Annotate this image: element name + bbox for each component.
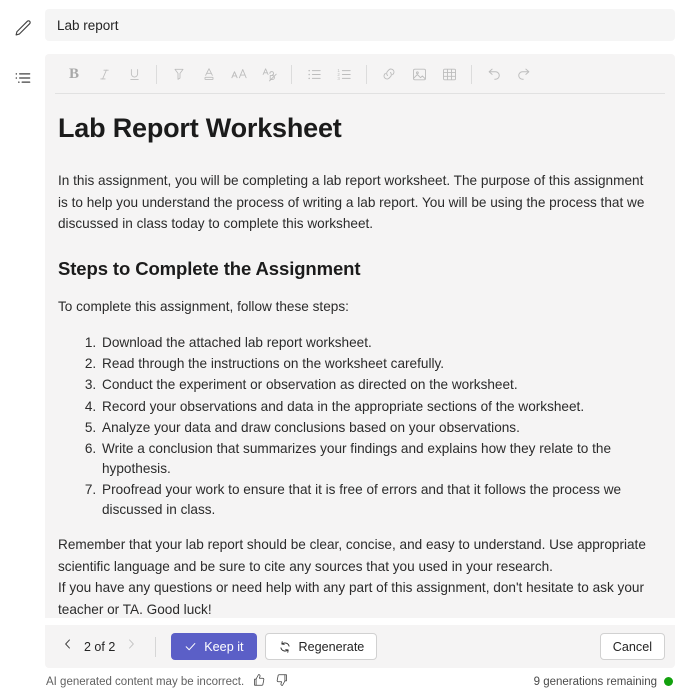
underline-icon — [127, 67, 142, 82]
checkmark-icon — [184, 640, 197, 653]
toolbar-divider — [366, 64, 367, 84]
insert-image-button[interactable] — [404, 60, 434, 88]
undo-icon — [485, 65, 503, 83]
link-icon — [380, 65, 398, 83]
pager-label: 2 of 2 — [84, 639, 116, 654]
action-bar: 2 of 2 Keep it Regenerate Cancel — [45, 625, 675, 668]
bold-icon: B — [68, 65, 79, 82]
bold-button[interactable]: B — [59, 60, 89, 88]
list-item: Write a conclusion that summarizes your … — [100, 439, 655, 479]
highlight-button[interactable] — [164, 60, 194, 88]
closing-paragraph-2: If you have any questions or need help w… — [58, 580, 644, 617]
next-generation-button[interactable] — [120, 636, 142, 658]
rail-item-edit[interactable] — [9, 14, 37, 42]
bulleted-list-icon — [306, 66, 323, 83]
font-color-button[interactable] — [194, 60, 224, 88]
status-indicator-dot — [664, 677, 673, 686]
rail-item-outline[interactable] — [9, 64, 37, 92]
thumbs-down-button[interactable] — [273, 673, 290, 690]
numbered-list-button[interactable]: 1 2 3 — [329, 60, 359, 88]
italic-button[interactable] — [89, 60, 119, 88]
clear-formatting-button[interactable] — [254, 60, 284, 88]
list-item: Read through the instructions on the wor… — [100, 354, 655, 374]
redo-button[interactable] — [509, 60, 539, 88]
numbered-list-icon: 1 2 3 — [336, 66, 353, 83]
list-item: Conduct the experiment or observation as… — [100, 375, 655, 395]
svg-text:3: 3 — [337, 76, 340, 81]
generation-pager: 2 of 2 — [57, 636, 142, 658]
ai-compose-panel: B — [0, 0, 687, 695]
toolbar-divider — [156, 64, 157, 84]
list-item: Download the attached lab report workshe… — [100, 333, 655, 353]
list-item: Proofread your work to ensure that it is… — [100, 480, 655, 520]
regenerate-label: Regenerate — [298, 639, 365, 654]
left-rail — [0, 0, 45, 695]
list-outline-icon — [13, 68, 33, 88]
table-icon — [441, 66, 458, 83]
generations-remaining-text: 9 generations remaining — [533, 675, 657, 688]
toolbar-divider — [291, 64, 292, 84]
refresh-icon — [278, 640, 292, 654]
underline-button[interactable] — [119, 60, 149, 88]
footer-disclaimer-group: AI generated content may be incorrect. — [46, 673, 290, 690]
highlight-icon — [171, 66, 187, 82]
thumbs-up-button[interactable] — [250, 673, 267, 690]
keep-it-button[interactable]: Keep it — [171, 633, 257, 660]
clear-formatting-icon — [261, 66, 278, 83]
pencil-icon — [12, 18, 33, 39]
italic-icon — [97, 67, 112, 82]
chevron-right-icon — [124, 637, 138, 656]
steps-list: Download the attached lab report workshe… — [58, 333, 655, 520]
undo-button[interactable] — [479, 60, 509, 88]
keep-it-label: Keep it — [204, 639, 244, 654]
section-heading: Steps to Complete the Assignment — [58, 257, 361, 279]
insert-link-button[interactable] — [374, 60, 404, 88]
footer-bar: AI generated content may be incorrect. 9… — [45, 668, 675, 695]
cancel-button[interactable]: Cancel — [599, 633, 665, 660]
font-size-button[interactable] — [224, 60, 254, 88]
chevron-left-icon — [61, 637, 75, 656]
previous-generation-button[interactable] — [57, 636, 79, 658]
cancel-label: Cancel — [612, 639, 652, 654]
redo-icon — [515, 65, 533, 83]
generations-remaining-group: 9 generations remaining — [534, 676, 673, 688]
image-icon — [411, 66, 428, 83]
editor-card: B 1 2 3 Lab Report Worksheet In this ass… — [45, 54, 675, 618]
regenerate-button[interactable]: Regenerate — [264, 633, 378, 660]
list-item: Analyze your data and draw conclusions b… — [100, 418, 655, 438]
font-size-icon — [230, 65, 248, 83]
steps-lead: To complete this assignment, follow thes… — [58, 298, 349, 314]
action-bar-divider — [155, 636, 157, 657]
title-input[interactable] — [45, 9, 675, 42]
intro-paragraph: In this assignment, you will be completi… — [58, 173, 645, 232]
thumbs-up-icon — [252, 673, 266, 690]
bulleted-list-button[interactable] — [299, 60, 329, 88]
document-content[interactable]: Lab Report Worksheet In this assignment,… — [45, 94, 675, 618]
main-column: B — [45, 0, 687, 695]
list-item: Record your observations and data in the… — [100, 397, 655, 417]
disclaimer-text: AI generated content may be incorrect. — [46, 675, 245, 688]
toolbar-divider — [471, 64, 472, 84]
document-title: Lab Report Worksheet — [58, 113, 342, 144]
thumbs-down-icon — [275, 673, 289, 690]
formatting-toolbar: B 1 2 3 — [45, 54, 675, 95]
insert-table-button[interactable] — [434, 60, 464, 88]
closing-paragraph-1: Remember that your lab report should be … — [58, 537, 646, 574]
font-color-icon — [201, 66, 217, 82]
